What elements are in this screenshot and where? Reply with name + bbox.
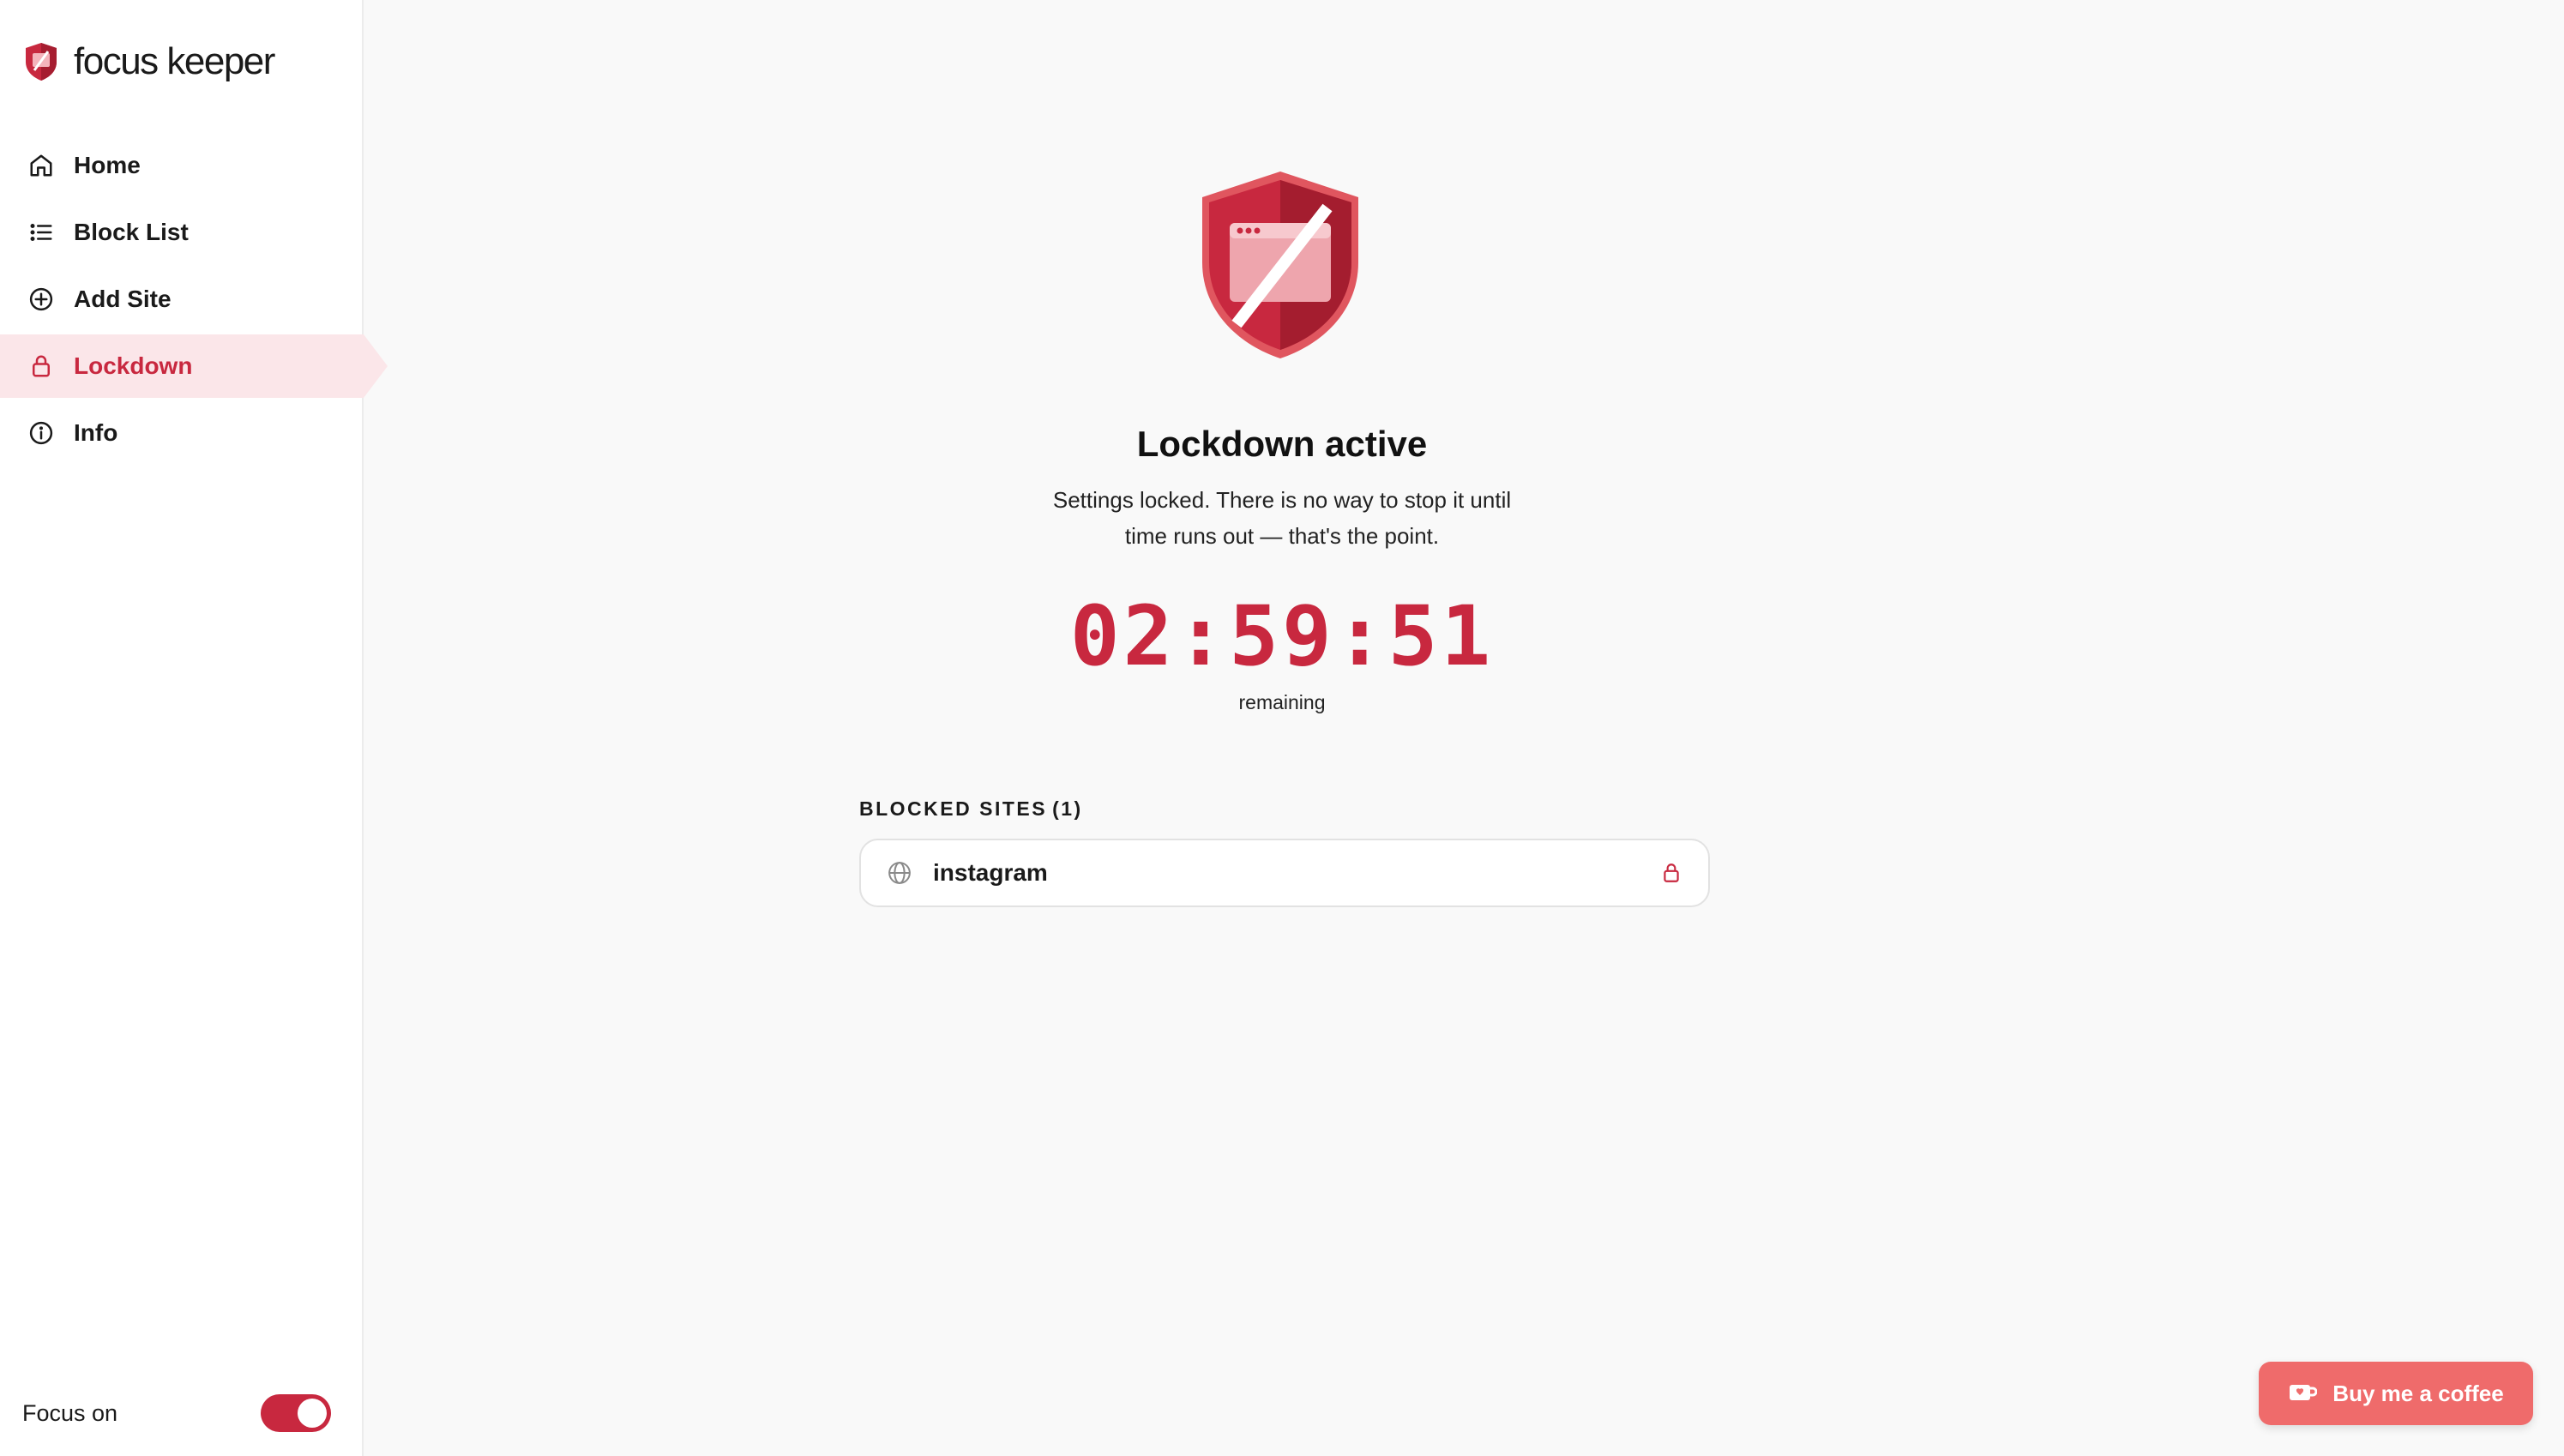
coffee-cup-icon <box>2290 1385 2318 1400</box>
toggle-knob <box>298 1399 327 1428</box>
blocked-heading-label: BLOCKED SITES <box>859 797 1048 820</box>
plus-circle-icon <box>27 286 55 313</box>
sidebar-item-label: Lockdown <box>74 352 193 379</box>
lock-icon <box>27 352 55 380</box>
focus-toggle-row: Focus on <box>22 1389 331 1437</box>
subtitle-line: time runs out — that's the point. <box>1124 523 1440 549</box>
timer-caption: remaining <box>1238 691 1326 713</box>
site-name: instagram <box>933 859 1048 886</box>
sidebar-item-home[interactable]: Home <box>0 134 364 197</box>
blocked-sites-heading: BLOCKED SITES (1) <box>859 797 1083 821</box>
countdown-timer: 02:59:51 <box>1069 588 1495 684</box>
buy-me-a-coffee-button[interactable]: Buy me a coffee <box>2259 1362 2533 1425</box>
list-icon <box>27 219 55 246</box>
shield-blocked-icon <box>1202 171 1358 358</box>
sidebar-item-info[interactable]: Info <box>0 401 364 465</box>
lockdown-title: Lockdown active <box>1136 424 1428 464</box>
blocked-site-row: instagram <box>859 839 1710 907</box>
app-name: focus keeper <box>74 40 275 82</box>
sidebar-item-add-site[interactable]: Add Site <box>0 268 364 331</box>
lock-icon <box>1664 863 1679 882</box>
info-icon <box>27 419 55 447</box>
sidebar: focus keeper Home Block List Add Site Lo… <box>0 0 388 1456</box>
app-logo: focus keeper <box>24 38 275 86</box>
sidebar-item-lockdown[interactable]: Lockdown <box>0 334 388 398</box>
sidebar-item-label: Home <box>74 152 141 178</box>
lockdown-subtitle: Settings locked. There is no way to stop… <box>1008 482 1556 554</box>
app-window: focus keeper Home Block List Add Site Lo… <box>0 0 2564 1456</box>
subtitle-line: Settings locked. There is no way to stop… <box>1052 487 1512 513</box>
focus-toggle[interactable] <box>261 1394 331 1432</box>
sidebar-item-label: Add Site <box>74 286 172 312</box>
shield-logo-icon <box>26 43 57 81</box>
focus-label: Focus on <box>22 1399 118 1426</box>
sidebar-item-label: Block List <box>74 219 189 245</box>
blocked-count: (1) <box>1052 797 1083 820</box>
globe-icon <box>888 862 911 884</box>
main-content: Lockdown active Settings locked. There i… <box>364 0 2564 1456</box>
sidebar-nav: Home Block List Add Site Lockdown Info <box>0 134 388 468</box>
sidebar-item-label: Info <box>74 419 118 446</box>
home-icon <box>27 152 55 179</box>
sidebar-item-block-list[interactable]: Block List <box>0 201 364 264</box>
coffee-button-label: Buy me a coffee <box>2332 1380 2504 1406</box>
